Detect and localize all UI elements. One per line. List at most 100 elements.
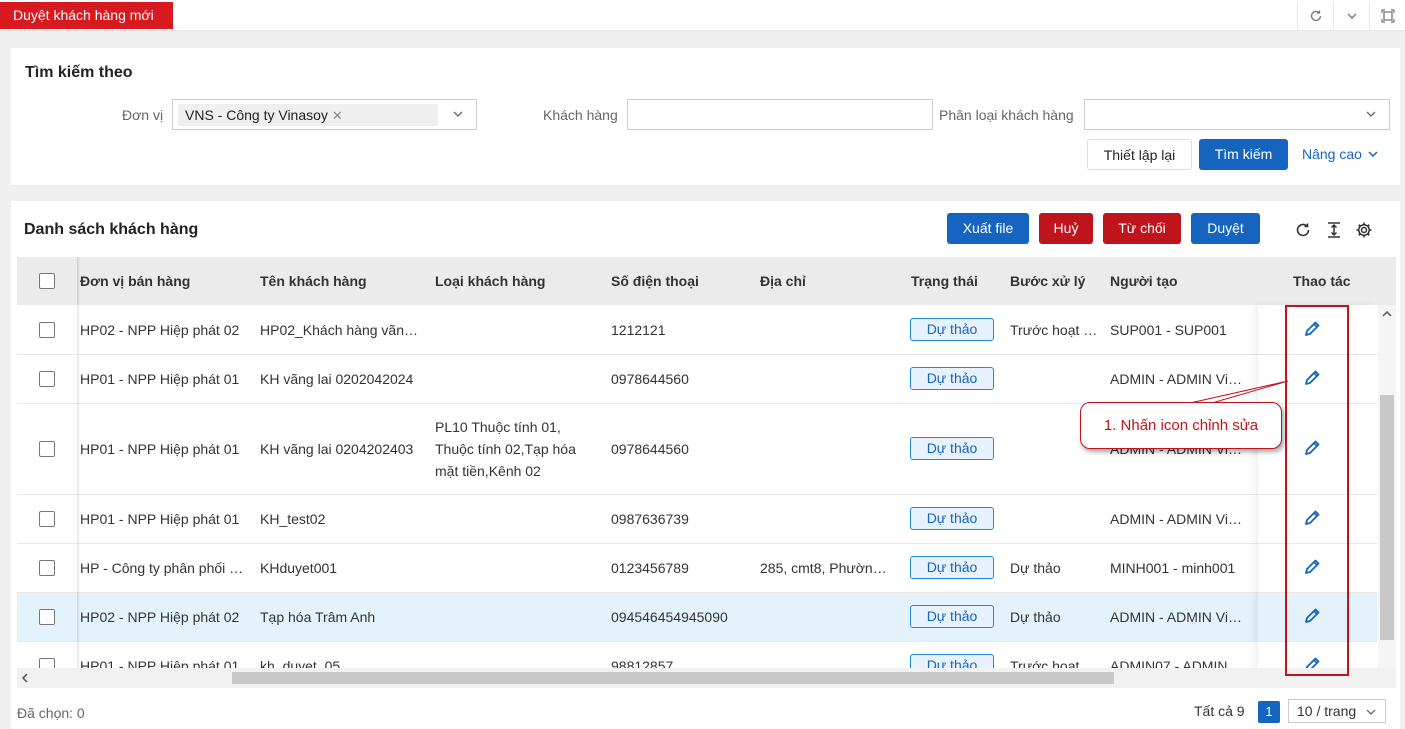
- advanced-label: Nâng cao: [1302, 146, 1362, 162]
- col-name[interactable]: Tên khách hàng: [260, 257, 367, 305]
- window-controls: [1297, 2, 1405, 29]
- row-checkbox[interactable]: [39, 511, 55, 527]
- row-checkbox[interactable]: [39, 560, 55, 576]
- chevron-down-icon[interactable]: [1333, 2, 1369, 29]
- col-creator[interactable]: Người tạo: [1110, 257, 1178, 305]
- row-checkbox[interactable]: [39, 322, 55, 338]
- customer-label: Khách hàng: [543, 107, 618, 123]
- status-badge: Dự thảo: [910, 507, 994, 530]
- unit-select[interactable]: VNS - Công ty Vinasoy ✕: [172, 99, 477, 130]
- close-icon[interactable]: ✕: [332, 108, 343, 123]
- cell-phone: 0987636739: [611, 511, 689, 527]
- status-badge: Dự thảo: [910, 318, 994, 341]
- settings-icon[interactable]: [1354, 220, 1374, 240]
- sticky-column-shadow: [77, 257, 80, 687]
- total-count: Tất cả 9: [1194, 703, 1245, 719]
- column-height-icon[interactable]: [1324, 220, 1344, 240]
- customer-table: Đơn vị bán hàng Tên khách hàng Loại khác…: [17, 257, 1396, 687]
- search-panel: Tìm kiếm theo Đơn vị VNS - Công ty Vinas…: [11, 48, 1400, 185]
- vertical-scroll-thumb[interactable]: [1380, 395, 1394, 640]
- cell-step: Trước hoạt động: [1010, 322, 1100, 338]
- category-label: Phân loại khách hàng: [939, 107, 1074, 123]
- chevron-down-icon: [1368, 151, 1378, 158]
- page-size-select[interactable]: 10 / trang: [1288, 699, 1386, 723]
- customer-list-panel: Danh sách khách hàng Xuất file Huỷ Từ ch…: [11, 201, 1400, 729]
- horizontal-scroll-thumb[interactable]: [232, 672, 1114, 684]
- reset-button[interactable]: Thiết lập lại: [1087, 139, 1192, 170]
- col-address[interactable]: Địa chỉ: [760, 257, 806, 305]
- col-type[interactable]: Loại khách hàng: [435, 257, 545, 305]
- cell-name: HP02_Khách hàng vãng lai: [260, 322, 420, 338]
- cancel-button[interactable]: Huỷ: [1039, 213, 1093, 244]
- col-status[interactable]: Trạng thái: [911, 257, 978, 305]
- chevron-down-icon: [1366, 709, 1376, 715]
- cell-creator: ADMIN - ADMIN Vinasoy: [1110, 371, 1242, 387]
- table-row[interactable]: HP - Công ty phân phối Hiệp phát KHduyet…: [17, 544, 1377, 593]
- cell-creator: ADMIN - ADMIN Vinasoy: [1110, 609, 1242, 625]
- highlight-box: [1285, 305, 1349, 676]
- row-checkbox[interactable]: [39, 441, 55, 457]
- row-checkbox[interactable]: [39, 371, 55, 387]
- col-action: Thao tác: [1293, 273, 1351, 289]
- customer-input[interactable]: [627, 99, 933, 130]
- table-row[interactable]: HP01 - NPP Hiệp phát 01 KH vãng lai 0202…: [17, 355, 1377, 404]
- unit-chip: VNS - Công ty Vinasoy ✕: [178, 104, 438, 126]
- chevron-left-icon[interactable]: [18, 668, 32, 688]
- select-all-checkbox[interactable]: [39, 273, 55, 289]
- instruction-callout: 1. Nhấn icon chỉnh sửa: [1080, 402, 1282, 449]
- col-phone[interactable]: Số điện thoại: [611, 257, 699, 305]
- page-1-button[interactable]: 1: [1258, 701, 1280, 723]
- table-row[interactable]: HP02 - NPP Hiệp phát 02 HP02_Khách hàng …: [17, 305, 1377, 355]
- table-row[interactable]: HP01 - NPP Hiệp phát 01 KH_test02 098763…: [17, 495, 1377, 544]
- chevron-down-icon: [1366, 111, 1376, 117]
- vertical-scrollbar[interactable]: [1378, 305, 1396, 687]
- cell-creator: ADMIN - ADMIN Vinasoy: [1110, 511, 1242, 527]
- unit-chip-label: VNS - Công ty Vinasoy: [185, 107, 328, 123]
- table-row[interactable]: HP02 - NPP Hiệp phát 02 Tạp hóa Trâm Anh…: [17, 593, 1377, 642]
- status-badge: Dự thảo: [910, 437, 994, 460]
- tab-approve-new-customers[interactable]: Duyệt khách hàng mới: [0, 2, 173, 29]
- cell-unit: HP - Công ty phân phối Hiệp phát: [80, 560, 248, 576]
- page-size-label: 10 / trang: [1297, 703, 1357, 719]
- reject-button[interactable]: Từ chối: [1103, 213, 1181, 244]
- cell-name: KH vãng lai 0204202403: [260, 441, 414, 457]
- advanced-toggle[interactable]: Nâng cao: [1302, 146, 1379, 162]
- reload-icon[interactable]: [1293, 220, 1313, 240]
- table-header: Đơn vị bán hàng Tên khách hàng Loại khác…: [17, 257, 1396, 305]
- col-step[interactable]: Bước xử lý: [1010, 257, 1085, 305]
- cell-address: 285, cmt8, Phường 12: [760, 560, 890, 576]
- row-checkbox[interactable]: [39, 609, 55, 625]
- fullscreen-icon[interactable]: [1369, 2, 1405, 29]
- cell-unit: HP02 - NPP Hiệp phát 02: [80, 609, 240, 625]
- cell-phone: 0978644560: [611, 441, 689, 457]
- cell-creator: MINH001 - minh001: [1110, 560, 1236, 576]
- category-select[interactable]: [1084, 99, 1390, 130]
- approve-button[interactable]: Duyệt: [1191, 213, 1260, 244]
- cell-creator: SUP001 - SUP001: [1110, 322, 1227, 338]
- top-bar: Duyệt khách hàng mới: [0, 0, 1405, 31]
- cell-name: Tạp hóa Trâm Anh: [260, 609, 376, 625]
- cell-phone: 0123456789: [611, 560, 689, 576]
- export-button[interactable]: Xuất file: [947, 213, 1029, 244]
- cell-unit: HP01 - NPP Hiệp phát 01: [80, 511, 240, 527]
- cell-step: Dự thảo: [1010, 609, 1061, 625]
- horizontal-scrollbar[interactable]: [17, 668, 1396, 688]
- cell-name: KHduyet001: [260, 560, 338, 576]
- cell-phone: 094546454945090: [611, 609, 728, 625]
- cell-unit: HP01 - NPP Hiệp phát 01: [80, 371, 240, 387]
- chevron-up-icon[interactable]: [1378, 307, 1396, 321]
- search-button[interactable]: Tìm kiếm: [1199, 139, 1288, 170]
- cell-type: PL10 Thuộc tính 01, Thuộc tính 02,Tạp hó…: [435, 419, 576, 479]
- col-unit[interactable]: Đơn vị bán hàng: [80, 257, 190, 305]
- list-title: Danh sách khách hàng: [24, 221, 199, 238]
- chevron-down-icon: [453, 111, 463, 117]
- cell-phone: 1212121: [611, 322, 666, 338]
- search-title: Tìm kiếm theo: [25, 64, 133, 81]
- cell-phone: 0978644560: [611, 371, 689, 387]
- cell-name: KH vãng lai 0202042024: [260, 371, 414, 387]
- cell-name: KH_test02: [260, 511, 326, 527]
- status-badge: Dự thảo: [910, 556, 994, 579]
- refresh-icon[interactable]: [1297, 2, 1333, 29]
- cell-step: Dự thảo: [1010, 560, 1061, 576]
- selected-count: Đã chọn: 0: [17, 705, 85, 721]
